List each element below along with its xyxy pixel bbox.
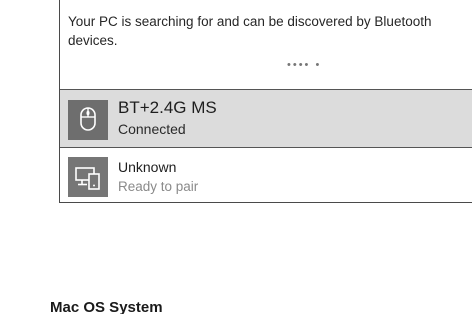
page: Your PC is searching for and can be disc… [0, 0, 472, 314]
devices-icon [68, 157, 108, 197]
discovery-status-text: Your PC is searching for and can be disc… [68, 14, 432, 48]
bluetooth-devices-panel: Your PC is searching for and can be disc… [59, 0, 472, 203]
device-state: Ready to pair [118, 179, 199, 194]
device-name: Unknown [118, 159, 177, 175]
device-name: BT+2.4G MS [118, 98, 217, 117]
device-item-unknown[interactable]: Unknown Ready to pair [60, 148, 472, 202]
searching-indicator: •••• • [287, 59, 322, 71]
device-item-bt-mouse[interactable]: BT+2.4G MS Connected [60, 90, 472, 148]
mouse-icon [68, 100, 108, 140]
section-heading: Mac OS System [50, 299, 163, 314]
device-state: Connected [118, 121, 186, 137]
discovery-status: Your PC is searching for and can be disc… [60, 0, 472, 90]
